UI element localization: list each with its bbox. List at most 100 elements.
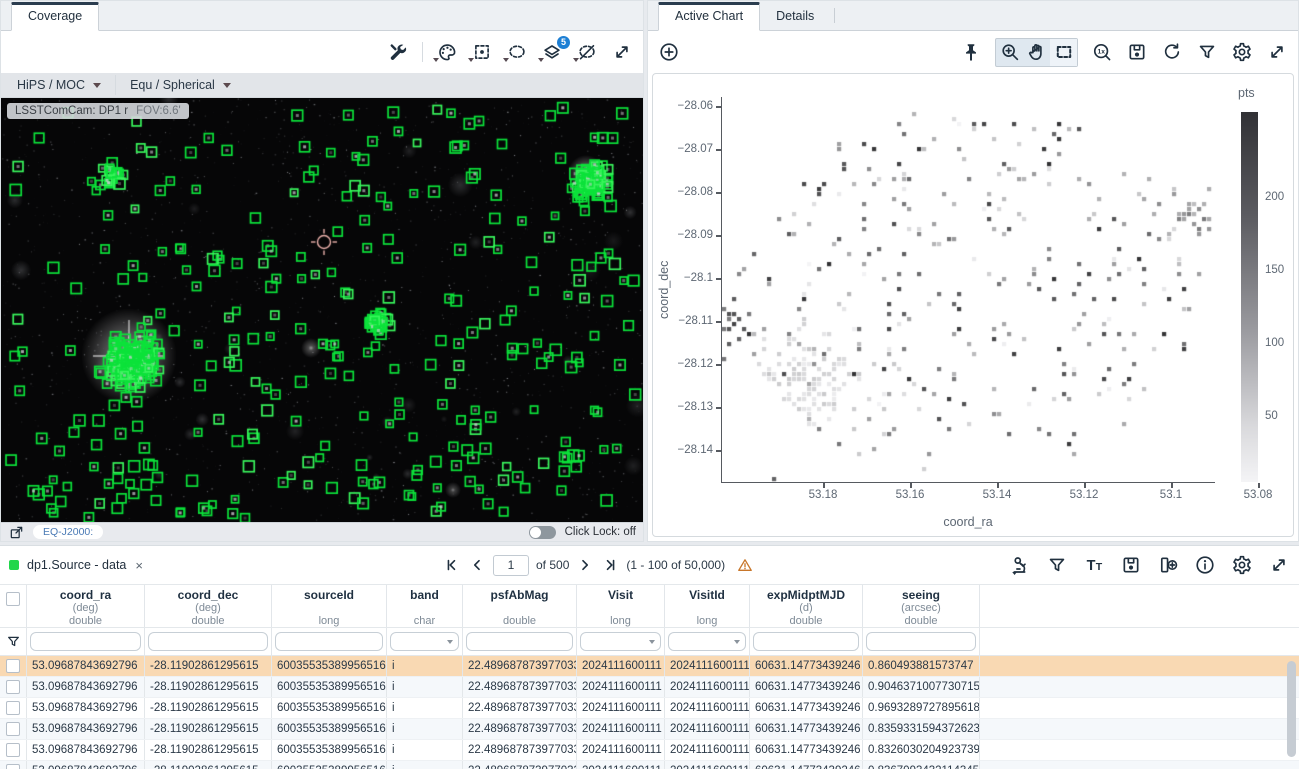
tab-coverage[interactable]: Coverage bbox=[11, 2, 99, 31]
open-window-icon[interactable] bbox=[8, 524, 24, 540]
column-type: double bbox=[191, 615, 224, 628]
table-row[interactable]: 53.09687843692796-28.1190286129561560035… bbox=[0, 761, 1299, 769]
filter-input-expMidptMJD[interactable] bbox=[753, 632, 859, 651]
hips-moc-dropdown[interactable]: HiPS / MOC bbox=[7, 76, 111, 94]
select-all-checkbox[interactable] bbox=[6, 592, 20, 606]
column-name: psfAbMag bbox=[491, 589, 549, 602]
column-header-Visit[interactable]: Visit long bbox=[577, 585, 665, 627]
row-checkbox[interactable] bbox=[6, 659, 20, 673]
expand-icon[interactable] bbox=[611, 41, 633, 63]
zoom-in-icon[interactable] bbox=[996, 39, 1023, 66]
pagination: of 500 (1 - 100 of 50,000) bbox=[443, 546, 754, 584]
text-view-icon[interactable]: TT bbox=[1083, 554, 1105, 576]
page-number-input[interactable] bbox=[493, 555, 529, 576]
layers-icon[interactable]: 5 bbox=[541, 41, 563, 63]
page-next-icon[interactable] bbox=[576, 556, 594, 574]
column-header-sourceId[interactable]: sourceId long bbox=[272, 585, 387, 627]
pin-icon[interactable] bbox=[960, 41, 982, 63]
column-header-VisitId[interactable]: VisitId long bbox=[665, 585, 750, 627]
cell-band: i bbox=[387, 761, 463, 769]
filter-input-coord_dec[interactable] bbox=[148, 632, 268, 651]
colorbar bbox=[1241, 112, 1258, 482]
table-row[interactable]: 53.09687843692796-28.1190286129561560035… bbox=[0, 740, 1299, 761]
column-header-band[interactable]: band char bbox=[387, 585, 463, 627]
image-footer-bar: EQ-J2000: Click Lock: off bbox=[1, 522, 643, 541]
info-icon[interactable] bbox=[1194, 554, 1216, 576]
row-checkbox[interactable] bbox=[6, 743, 20, 757]
table-row[interactable]: 53.09687843692796-28.1190286129561560035… bbox=[0, 656, 1299, 677]
row-range-label: (1 - 100 of 50,000) bbox=[626, 558, 725, 572]
column-header-seeing[interactable]: seeing(arcsec)double bbox=[863, 585, 980, 627]
select-rect-icon[interactable] bbox=[1050, 39, 1077, 66]
column-header-coord_ra[interactable]: coord_ra(deg)double bbox=[27, 585, 145, 627]
row-filler bbox=[980, 761, 1299, 769]
pan-icon[interactable] bbox=[1023, 39, 1050, 66]
refresh-icon[interactable] bbox=[1161, 41, 1183, 63]
filter-icon[interactable] bbox=[1196, 41, 1218, 63]
row-checkbox[interactable] bbox=[6, 764, 20, 769]
tools-icon[interactable] bbox=[387, 41, 409, 63]
table-row[interactable]: 53.09687843692796-28.1190286129561560035… bbox=[0, 698, 1299, 719]
settings-icon[interactable] bbox=[1231, 554, 1253, 576]
column-header-coord_dec[interactable]: coord_dec(deg)double bbox=[145, 585, 272, 627]
cell-band: i bbox=[387, 656, 463, 676]
column-header-psfAbMag[interactable]: psfAbMag double bbox=[463, 585, 577, 627]
palette-icon[interactable] bbox=[436, 41, 458, 63]
row-checkbox[interactable] bbox=[6, 701, 20, 715]
warning-icon[interactable] bbox=[736, 556, 754, 574]
row-checkbox[interactable] bbox=[6, 680, 20, 694]
tab-details[interactable]: Details bbox=[760, 3, 830, 30]
catalog-options-icon[interactable] bbox=[1009, 554, 1031, 576]
click-lock-toggle[interactable] bbox=[529, 526, 556, 539]
filter-input-seeing[interactable] bbox=[866, 632, 976, 651]
column-unit: (deg) bbox=[73, 602, 99, 615]
cell-coord_dec: -28.11902861295615 bbox=[145, 656, 272, 676]
column-type: long bbox=[319, 615, 340, 628]
image-title: LSSTComCam: DP1 r bbox=[15, 105, 128, 117]
cell-expMidptMJD: 60631.14773439246 bbox=[750, 656, 863, 676]
zoom-original-icon[interactable]: 1x bbox=[1091, 41, 1113, 63]
save-icon[interactable] bbox=[1120, 554, 1142, 576]
colorbar-tick-label: 50 bbox=[1265, 410, 1278, 422]
column-name: coord_ra bbox=[60, 589, 111, 602]
sky-image-viewer[interactable]: LSSTComCam: DP1 r FOV:6.6' EQ-J2000: Cli… bbox=[1, 98, 643, 541]
chart-area[interactable]: coord_dec coord_ra pts −28.06−28.07−28.0… bbox=[652, 73, 1294, 537]
filter-input-psfAbMag[interactable] bbox=[466, 632, 573, 651]
table-row[interactable]: 53.09687843692796-28.1190286129561560035… bbox=[0, 677, 1299, 698]
cell-VisitId: 2024111600111 bbox=[665, 677, 750, 697]
settings-icon[interactable] bbox=[1231, 41, 1253, 63]
page-first-icon[interactable] bbox=[443, 556, 461, 574]
select-lasso-icon[interactable] bbox=[506, 41, 528, 63]
x-tick-mark bbox=[1171, 483, 1173, 488]
filter-input-sourceId[interactable] bbox=[275, 632, 383, 651]
close-table-icon[interactable]: × bbox=[135, 558, 143, 573]
filter-input-band[interactable] bbox=[390, 632, 459, 651]
filter-input-Visit[interactable] bbox=[580, 632, 661, 651]
projection-dropdown[interactable]: Equ / Spherical bbox=[120, 76, 241, 94]
recenter-icon[interactable] bbox=[471, 41, 493, 63]
save-icon[interactable] bbox=[1126, 41, 1148, 63]
filter-input-VisitId[interactable] bbox=[668, 632, 746, 651]
tab-active-chart[interactable]: Active Chart bbox=[658, 2, 760, 31]
table-color-swatch bbox=[9, 560, 19, 570]
table-row[interactable]: 53.09687843692796-28.1190286129561560035… bbox=[0, 719, 1299, 740]
column-name: Visit bbox=[608, 589, 633, 602]
page-prev-icon[interactable] bbox=[468, 556, 486, 574]
add-chart-icon[interactable] bbox=[658, 41, 680, 63]
table-vertical-scrollbar[interactable] bbox=[1287, 661, 1296, 757]
sky-image-canvas[interactable] bbox=[1, 98, 643, 541]
filter-icon[interactable] bbox=[1046, 554, 1068, 576]
expand-icon[interactable] bbox=[1268, 554, 1290, 576]
row-checkbox[interactable] bbox=[6, 722, 20, 736]
page-last-icon[interactable] bbox=[601, 556, 619, 574]
cell-sourceId: 600355353899565160 bbox=[272, 719, 387, 739]
filter-icon[interactable] bbox=[5, 634, 21, 650]
unselect-icon[interactable] bbox=[576, 41, 598, 63]
cell-expMidptMJD: 60631.14773439246 bbox=[750, 698, 863, 718]
table-panel: dp1.Source - data × of 500 (1 - 100 of 5… bbox=[0, 545, 1299, 769]
filter-input-coord_ra[interactable] bbox=[30, 632, 141, 651]
expand-icon[interactable] bbox=[1266, 41, 1288, 63]
add-column-icon[interactable] bbox=[1157, 554, 1179, 576]
column-header-expMidptMJD[interactable]: expMidptMJD(d)double bbox=[750, 585, 863, 627]
column-name: seeing bbox=[902, 589, 940, 602]
